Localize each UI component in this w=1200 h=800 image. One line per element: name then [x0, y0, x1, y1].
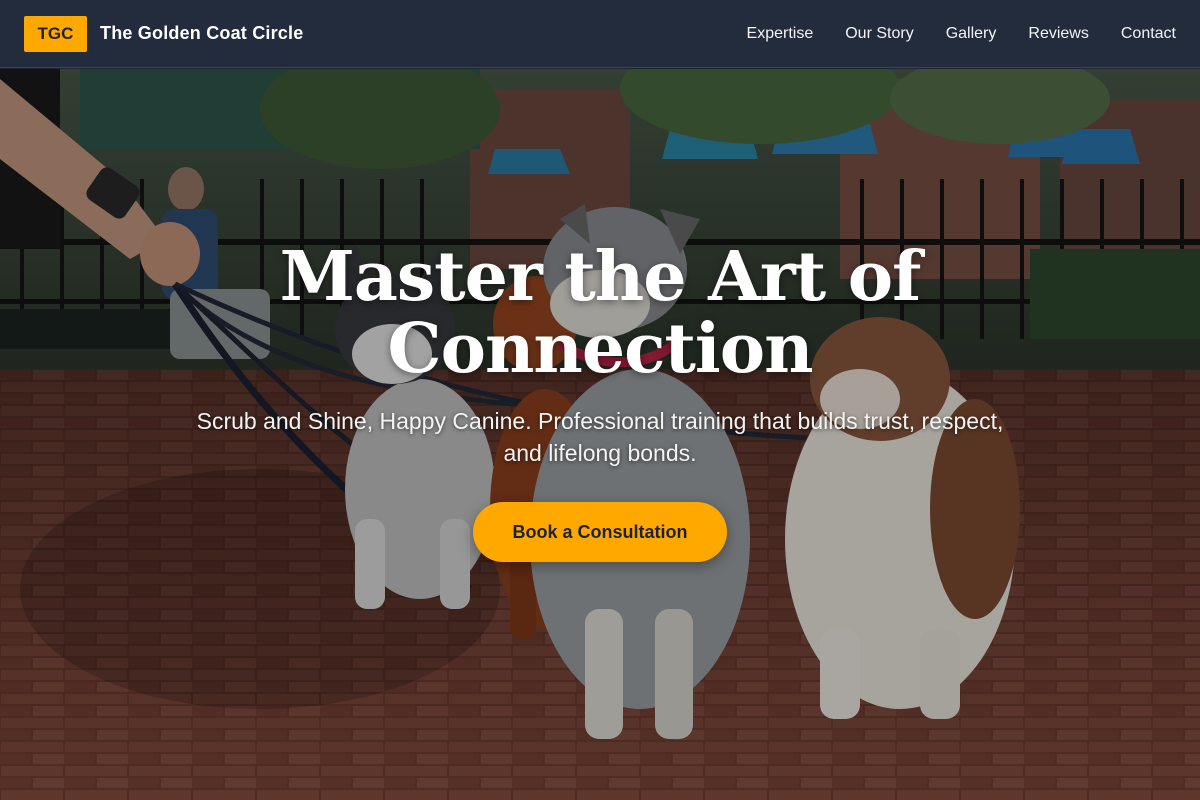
brand-name: The Golden Coat Circle	[100, 23, 304, 43]
hero-section: Master the Art of Connection Scrub and S…	[0, 69, 1200, 800]
hero-title-line-2: Connection	[387, 309, 813, 389]
main-nav: Expertise Our Story Gallery Reviews Cont…	[715, 25, 1176, 43]
book-consultation-button[interactable]: Book a Consultation	[473, 502, 727, 562]
hero-title-line-1: Master the Art of	[279, 237, 922, 317]
site-header: TGC The Golden Coat Circle Expertise Our…	[0, 0, 1200, 68]
logo-badge: TGC	[24, 15, 87, 52]
nav-link-our-story[interactable]: Our Story	[845, 25, 913, 43]
nav-link-expertise[interactable]: Expertise	[747, 25, 814, 43]
nav-link-gallery[interactable]: Gallery	[946, 25, 997, 43]
nav-link-reviews[interactable]: Reviews	[1028, 25, 1088, 43]
logo-text: TGC	[37, 23, 74, 43]
hero-subtitle: Scrub and Shine, Happy Canine. Professio…	[196, 408, 1004, 466]
hero-title: Master the Art of Connection	[150, 241, 1050, 385]
nav-link-contact[interactable]: Contact	[1121, 25, 1176, 43]
brand-logo-link[interactable]: TGC The Golden Coat Circle	[24, 15, 304, 52]
